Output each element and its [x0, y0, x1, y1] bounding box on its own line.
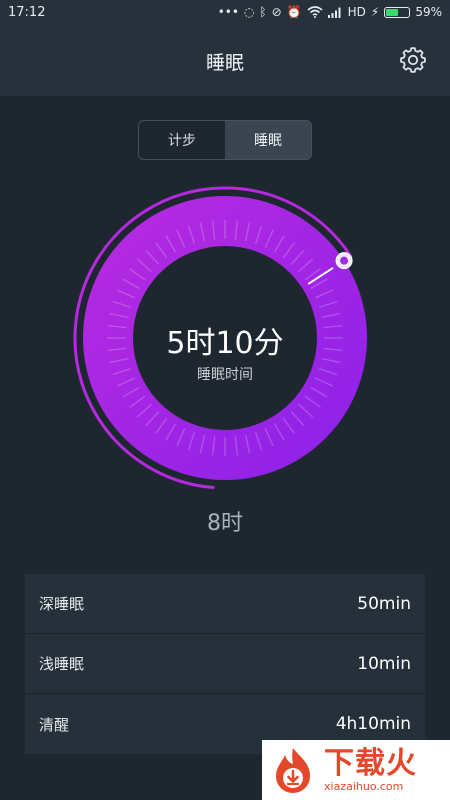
stat-value: 10min: [357, 653, 411, 674]
alarm-sync-icon: ◌: [243, 5, 255, 19]
watermark-url: xiazaihuo.com: [324, 779, 404, 793]
wifi-icon: [307, 6, 323, 18]
sleep-stats-list: 深睡眠 50min 浅睡眠 10min 清醒 4h10min: [25, 574, 425, 754]
alarm-clock-icon: ⏰: [286, 5, 302, 19]
bluetooth-icon: ᛒ: [259, 5, 267, 19]
status-bar: 17:12 ••• ◌ ᛒ ⊘ ⏰ HD ⚡ 59%: [0, 0, 450, 26]
status-time: 17:12: [8, 5, 46, 20]
watermark-title: 下载火: [324, 745, 417, 781]
tab-sleep[interactable]: 睡眠: [225, 121, 311, 159]
sleep-goal: 8时: [207, 511, 243, 536]
progress-knob-center: [340, 256, 349, 265]
stat-label: 浅睡眠: [39, 655, 85, 673]
stat-value: 4h10min: [335, 714, 411, 734]
stat-label: 清醒: [39, 715, 70, 734]
battery-fill: [386, 8, 399, 16]
charging-icon: ⚡: [370, 5, 380, 19]
status-icons: ••• ◌ ᛒ ⊘ ⏰ HD ⚡ 59%: [218, 4, 442, 20]
watermark: 下载火 xiazaihuo.com: [262, 740, 450, 800]
stat-value: 50min: [357, 593, 411, 614]
stat-row-light-sleep: 浅睡眠 10min: [25, 634, 425, 694]
stat-row-deep-sleep: 深睡眠 50min: [25, 574, 425, 634]
vibrate-off-icon: ⊘: [271, 5, 282, 19]
signal-icon: [327, 7, 341, 18]
sleep-duration-label: 睡眠时间: [197, 367, 253, 383]
gear-icon[interactable]: [398, 45, 428, 75]
battery-percent: 59%: [415, 5, 442, 19]
battery-icon: [384, 6, 411, 18]
page-title: 睡眠: [205, 52, 244, 74]
stat-label: 深睡眠: [39, 595, 85, 613]
sleep-duration: 5时10分: [166, 326, 284, 361]
tab-steps[interactable]: 计步: [139, 121, 225, 159]
flame-download-icon: [276, 748, 310, 793]
mode-switch: 计步 睡眠: [138, 120, 312, 160]
network-type: HD: [347, 5, 366, 19]
watermark-text: 下载火 xiazaihuo.com: [324, 745, 417, 793]
app-header: 睡眠: [0, 26, 450, 96]
dots-icon: •••: [217, 5, 239, 19]
